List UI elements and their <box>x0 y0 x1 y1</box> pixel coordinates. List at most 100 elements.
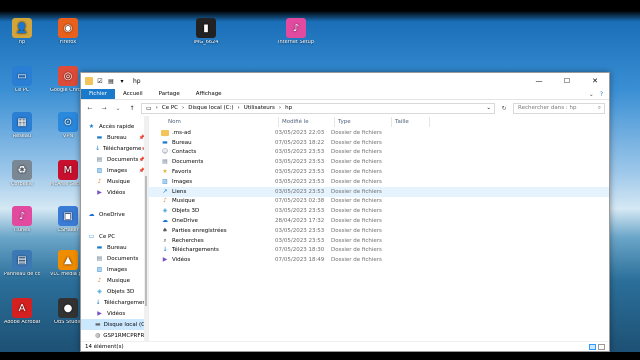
nav-item[interactable]: ▶ Vidéos <box>81 308 148 319</box>
nav-item[interactable]: ▭ Ce PC <box>81 231 148 242</box>
file-name: Téléchargements <box>172 247 219 254</box>
nav-item[interactable]: ▬ Disque local (C:) <box>81 319 148 330</box>
nav-item[interactable]: ▬ Bureau 📌 <box>81 132 148 143</box>
file-type: Dossier de fichiers <box>331 178 382 185</box>
properties-icon[interactable]: ☑ <box>96 77 104 85</box>
nav-item[interactable]: ★ Accès rapide <box>81 121 148 132</box>
nav-item[interactable]: ▤ Documents 📌 <box>81 154 148 165</box>
help-icon[interactable]: ? <box>600 91 603 98</box>
file-row[interactable]: ★ Favoris 03/05/2023 23:53 Dossier de fichi… <box>149 167 609 177</box>
videos-icon: ▶ <box>97 310 102 317</box>
file-type: Dossier de fichiers <box>331 169 382 176</box>
nav-item[interactable]: ◈ Objets 3D <box>81 286 148 297</box>
user-folder-icon: 👤 <box>12 18 32 38</box>
desktop-icon: ▬ <box>96 244 103 251</box>
desktop-icon-control-panel-icon[interactable]: ▤ Panneau de configuration <box>4 250 40 278</box>
nav-item[interactable]: ♪ Musique <box>81 176 148 187</box>
maximize-button[interactable]: ☐ <box>553 73 581 89</box>
nav-item[interactable]: ▨ Images <box>81 264 148 275</box>
desktop-icon-setup-icon[interactable]: ♪ Internet Setup <box>278 18 314 46</box>
nav-item[interactable]: ◍ GSP1RMCPRFR ( <box>81 330 148 341</box>
nav-item-label: Vidéos <box>107 310 126 317</box>
tab-affichage[interactable]: Affichage <box>188 89 230 99</box>
file-row[interactable]: ☁ OneDrive 28/04/2023 17:32 Dossier de fich… <box>149 216 609 226</box>
desktop-icon-computer-icon[interactable]: ▭ Ce PC <box>4 66 40 94</box>
nav-scrollbar[interactable] <box>144 116 148 341</box>
title-bar[interactable]: ☑ ▤ ▾ hp — ☐ ✕ <box>81 73 609 89</box>
file-type: Dossier de fichiers <box>331 237 382 244</box>
tab-accueil[interactable]: Accueil <box>115 89 151 99</box>
obs-icon: ● <box>58 298 78 318</box>
back-button[interactable]: ← <box>85 105 95 112</box>
column-headers: Nom Modifié le Type Taille <box>149 116 609 128</box>
file-type: Dossier de fichiers <box>331 218 382 225</box>
new-folder-icon[interactable]: ▤ <box>107 77 115 85</box>
nav-item[interactable]: ↓ Téléchargement <box>81 297 148 308</box>
details-view-button[interactable] <box>589 343 596 350</box>
file-row[interactable]: ▶ Vidéos 07/05/2023 18:49 Dossier de fichie… <box>149 255 609 265</box>
large-icons-view-button[interactable] <box>598 343 605 350</box>
minimize-button[interactable]: — <box>525 73 553 89</box>
nav-item-label: GSP1RMCPRFR ( <box>103 332 148 339</box>
file-row[interactable]: ↗ Liens 03/05/2023 23:53 Dossier de fichier… <box>149 186 609 197</box>
saved-games-icon: ♠ <box>162 226 168 234</box>
chrome-icon: ◎ <box>58 66 78 86</box>
tab-fichier[interactable]: Fichier <box>81 89 115 99</box>
nav-item[interactable]: ☁ OneDrive <box>81 209 148 220</box>
file-row[interactable]: ↓ Téléchargements 07/05/2023 18:30 Dossier … <box>149 246 609 256</box>
file-row[interactable]: ☺ Contacts 03/05/2023 23:53 Dossier de fich… <box>149 148 609 158</box>
column-header-name[interactable]: Nom <box>165 117 279 127</box>
breadcrumb-utilisateurs[interactable]: Utilisateurs <box>244 105 275 111</box>
desktop-icon-user-folder-icon[interactable]: 👤 hp <box>4 18 40 46</box>
nav-item[interactable]: ♪ Musique <box>81 275 148 286</box>
breadcrumb-ce-pc[interactable]: Ce PC <box>162 105 178 111</box>
file-date: 03/05/2023 23:53 <box>275 159 325 166</box>
expand-ribbon-icon[interactable]: ⌄ <box>589 91 594 98</box>
file-explorer-window[interactable]: ☑ ▤ ▾ hp — ☐ ✕ Fichier Accueil Partage A… <box>80 72 610 352</box>
desktop-icon-network-icon[interactable]: ▦ Réseau <box>4 112 40 140</box>
setup-icon: ♪ <box>286 18 306 38</box>
tab-partage[interactable]: Partage <box>151 89 188 99</box>
desktop-icon-label: Panneau de configuration <box>4 272 40 277</box>
nav-item[interactable]: ▤ Documents <box>81 253 148 264</box>
images-icon: ▨ <box>96 266 103 273</box>
close-button[interactable]: ✕ <box>581 73 609 89</box>
desktop-icon-image-file-icon[interactable]: ▮ IMG_6624 <box>188 18 224 46</box>
nav-item-label: Bureau <box>107 244 127 251</box>
search-input[interactable]: Rechercher dans : hp ⌕ <box>513 102 605 114</box>
recent-locations-button[interactable]: ⌄ <box>113 105 123 112</box>
file-row[interactable]: ▬ Bureau 07/05/2023 18:22 Dossier de fichie… <box>149 138 609 148</box>
desktop-icon-acrobat-icon[interactable]: A Adobe Acrobat <box>4 298 40 326</box>
column-header-size[interactable]: Taille <box>392 117 430 127</box>
file-name: Vidéos <box>172 257 191 264</box>
file-list: Nom Modifié le Type Taille .ms-ad 03/05/2… <box>149 116 609 341</box>
nav-item[interactable]: ▬ Bureau <box>81 242 148 253</box>
file-row[interactable]: ♠ Parties enregistrées 03/05/2023 23:53 Dos… <box>149 226 609 236</box>
desktop-icon-recycle-bin-icon[interactable]: ♻ Corbeille <box>4 160 40 188</box>
column-header-type[interactable]: Type <box>335 117 392 127</box>
file-row[interactable]: .ms-ad 03/05/2023 22:03 Dossier de fichier… <box>149 128 609 138</box>
address-dropdown-icon[interactable]: ⌄ <box>486 105 494 111</box>
desktop-icon-firefox-icon[interactable]: ◉ Firefox <box>50 18 86 46</box>
column-header-date[interactable]: Modifié le <box>279 117 335 127</box>
file-row[interactable]: ▤ Documents 03/05/2023 23:53 Dossier de fic… <box>149 157 609 167</box>
videos-icon: ▶ <box>162 256 168 264</box>
download-icon: ↓ <box>95 145 101 152</box>
file-row[interactable]: ▨ Images 03/05/2023 23:53 Dossier de fichie… <box>149 177 609 187</box>
file-row[interactable]: ⌕ Recherches 03/05/2023 23:53 Dossier de fi… <box>149 236 609 246</box>
chevron-down-icon[interactable]: ▾ <box>118 77 126 85</box>
file-row[interactable]: ♪ Musique 07/05/2023 02:38 Dossier de fichi… <box>149 197 609 207</box>
desktop-icon-itunes-icon[interactable]: ♪ iTunes <box>4 206 40 234</box>
file-row[interactable]: ◈ Objets 3D 03/05/2023 23:53 Dossier de fic… <box>149 206 609 216</box>
nav-item[interactable]: ↓Téléchargeme📌 <box>81 143 148 154</box>
nav-item[interactable]: ▨ Images 📌 <box>81 165 148 176</box>
up-button[interactable]: ↑ <box>127 105 137 112</box>
refresh-icon[interactable]: ↻ <box>499 105 509 112</box>
breadcrumb-hp[interactable]: hp <box>285 105 292 111</box>
forward-button[interactable]: → <box>99 105 109 112</box>
nav-item-label: Images <box>107 167 128 174</box>
breadcrumb-disque[interactable]: Disque local (C:) <box>188 105 233 111</box>
nav-item[interactable]: ▶ Vidéos <box>81 187 148 198</box>
address-path[interactable]: ▭ › Ce PC › Disque local (C:) › Utilisat… <box>141 102 495 114</box>
